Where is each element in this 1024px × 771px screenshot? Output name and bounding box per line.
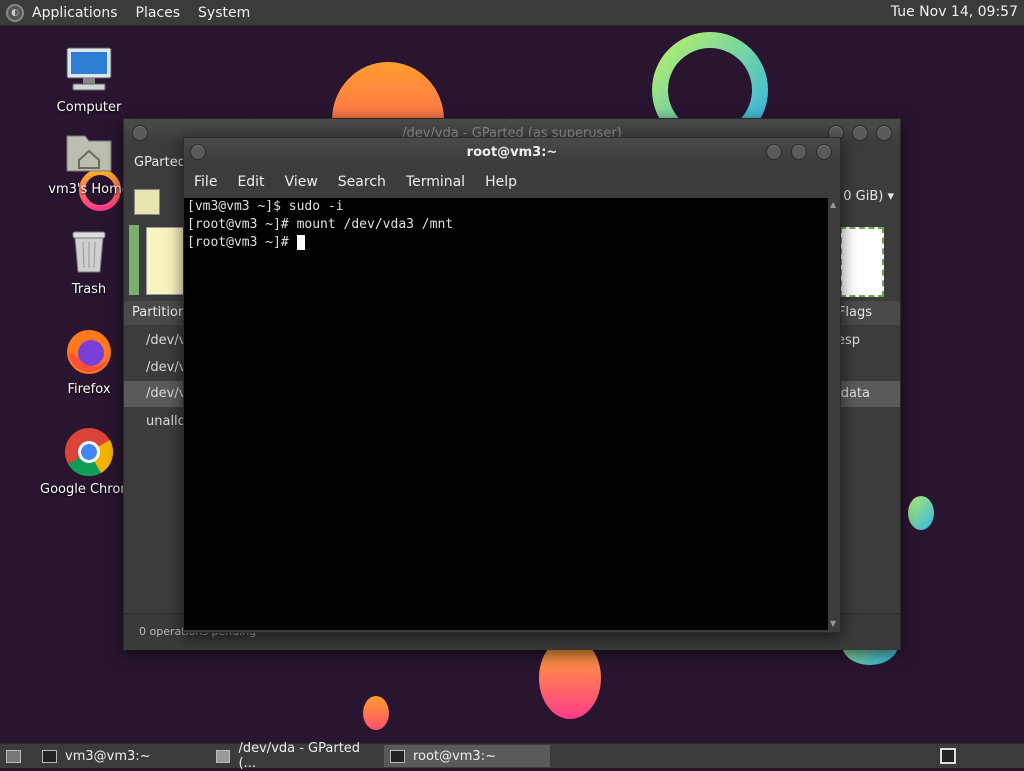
terminal-scrollbar[interactable]: ▲ ▼ bbox=[828, 198, 840, 630]
terminal-icon bbox=[42, 749, 57, 763]
menu-view[interactable]: View bbox=[275, 174, 328, 190]
computer-icon bbox=[63, 44, 115, 96]
chrome-icon bbox=[63, 426, 115, 478]
workspace-switcher-icon[interactable] bbox=[940, 748, 956, 764]
desktop-icon-computer[interactable]: Computer bbox=[34, 44, 144, 115]
gparted-menu-item[interactable]: GParted bbox=[134, 155, 186, 170]
maximize-button[interactable] bbox=[791, 144, 807, 160]
column-partition[interactable]: Partition bbox=[132, 305, 186, 320]
partition-block-unallocated[interactable] bbox=[840, 227, 884, 297]
taskbar-label: /dev/vda - GParted (... bbox=[238, 741, 361, 771]
terminal-window[interactable]: root@vm3:~ File Edit View Search Termina… bbox=[183, 137, 841, 633]
terminal-output[interactable]: [vm3@vm3 ~]$ sudo -i [root@vm3 ~]# mount… bbox=[184, 198, 828, 630]
show-desktop-icon bbox=[6, 749, 21, 763]
taskbar-item-gparted[interactable]: /dev/vda - GParted (... bbox=[210, 741, 382, 771]
window-menu-button[interactable] bbox=[132, 125, 148, 141]
firefox-icon bbox=[63, 326, 115, 378]
menu-edit[interactable]: Edit bbox=[227, 174, 274, 190]
clock[interactable]: Tue Nov 14, 09:57 bbox=[891, 4, 1018, 20]
taskbar-item-terminal-root[interactable]: root@vm3:~ bbox=[384, 745, 550, 767]
terminal-line: [root@vm3 ~]# mount /dev/vda3 /mnt bbox=[187, 217, 454, 232]
close-button[interactable] bbox=[876, 125, 892, 141]
device-selector[interactable]: 0 GiB) ▾ bbox=[843, 189, 894, 204]
menu-terminal[interactable]: Terminal bbox=[396, 174, 475, 190]
taskbar-item-terminal-vm3[interactable]: vm3@vm3:~ bbox=[36, 745, 208, 767]
terminal-line: [vm3@vm3 ~]$ sudo -i bbox=[187, 199, 344, 214]
menu-help[interactable]: Help bbox=[475, 174, 527, 190]
taskbar-label: vm3@vm3:~ bbox=[65, 748, 151, 764]
desktop-icon-label: Computer bbox=[56, 100, 122, 115]
terminal-titlebar[interactable]: root@vm3:~ bbox=[184, 138, 840, 166]
terminal-menubar: File Edit View Search Terminal Help bbox=[184, 170, 840, 194]
menu-search[interactable]: Search bbox=[328, 174, 396, 190]
terminal-title: root@vm3:~ bbox=[466, 144, 558, 160]
minimize-button[interactable] bbox=[766, 144, 782, 160]
top-panel: ◐ Applications Places System Tue Nov 14,… bbox=[0, 0, 1024, 26]
bottom-panel: vm3@vm3:~ /dev/vda - GParted (... root@v… bbox=[0, 741, 1024, 771]
terminal-icon bbox=[390, 749, 405, 763]
menu-applications[interactable]: Applications bbox=[32, 5, 118, 21]
terminal-prompt-line[interactable]: [root@vm3 ~]# bbox=[184, 234, 828, 252]
show-desktop-button[interactable] bbox=[0, 745, 34, 767]
trash-icon bbox=[63, 226, 115, 278]
column-flags[interactable]: Flags bbox=[838, 305, 872, 320]
home-folder-icon bbox=[63, 126, 115, 178]
menu-places[interactable]: Places bbox=[136, 5, 181, 21]
partition-block[interactable] bbox=[146, 227, 184, 295]
distro-logo-icon[interactable]: ◐ bbox=[6, 3, 24, 22]
menu-file[interactable]: File bbox=[184, 174, 227, 190]
text-cursor bbox=[296, 235, 305, 250]
gparted-icon bbox=[216, 749, 231, 763]
partition-bar-left[interactable] bbox=[129, 225, 139, 295]
scroll-down-icon[interactable]: ▼ bbox=[830, 619, 836, 628]
new-partition-icon[interactable] bbox=[134, 189, 160, 215]
window-menu-button[interactable] bbox=[190, 144, 206, 160]
desktop-icon-label: Google Chrome bbox=[40, 482, 124, 497]
menu-system[interactable]: System bbox=[198, 5, 250, 21]
scroll-up-icon[interactable]: ▲ bbox=[830, 200, 836, 209]
taskbar-label: root@vm3:~ bbox=[413, 748, 496, 764]
maximize-button[interactable] bbox=[852, 125, 868, 141]
close-button[interactable] bbox=[816, 144, 832, 160]
